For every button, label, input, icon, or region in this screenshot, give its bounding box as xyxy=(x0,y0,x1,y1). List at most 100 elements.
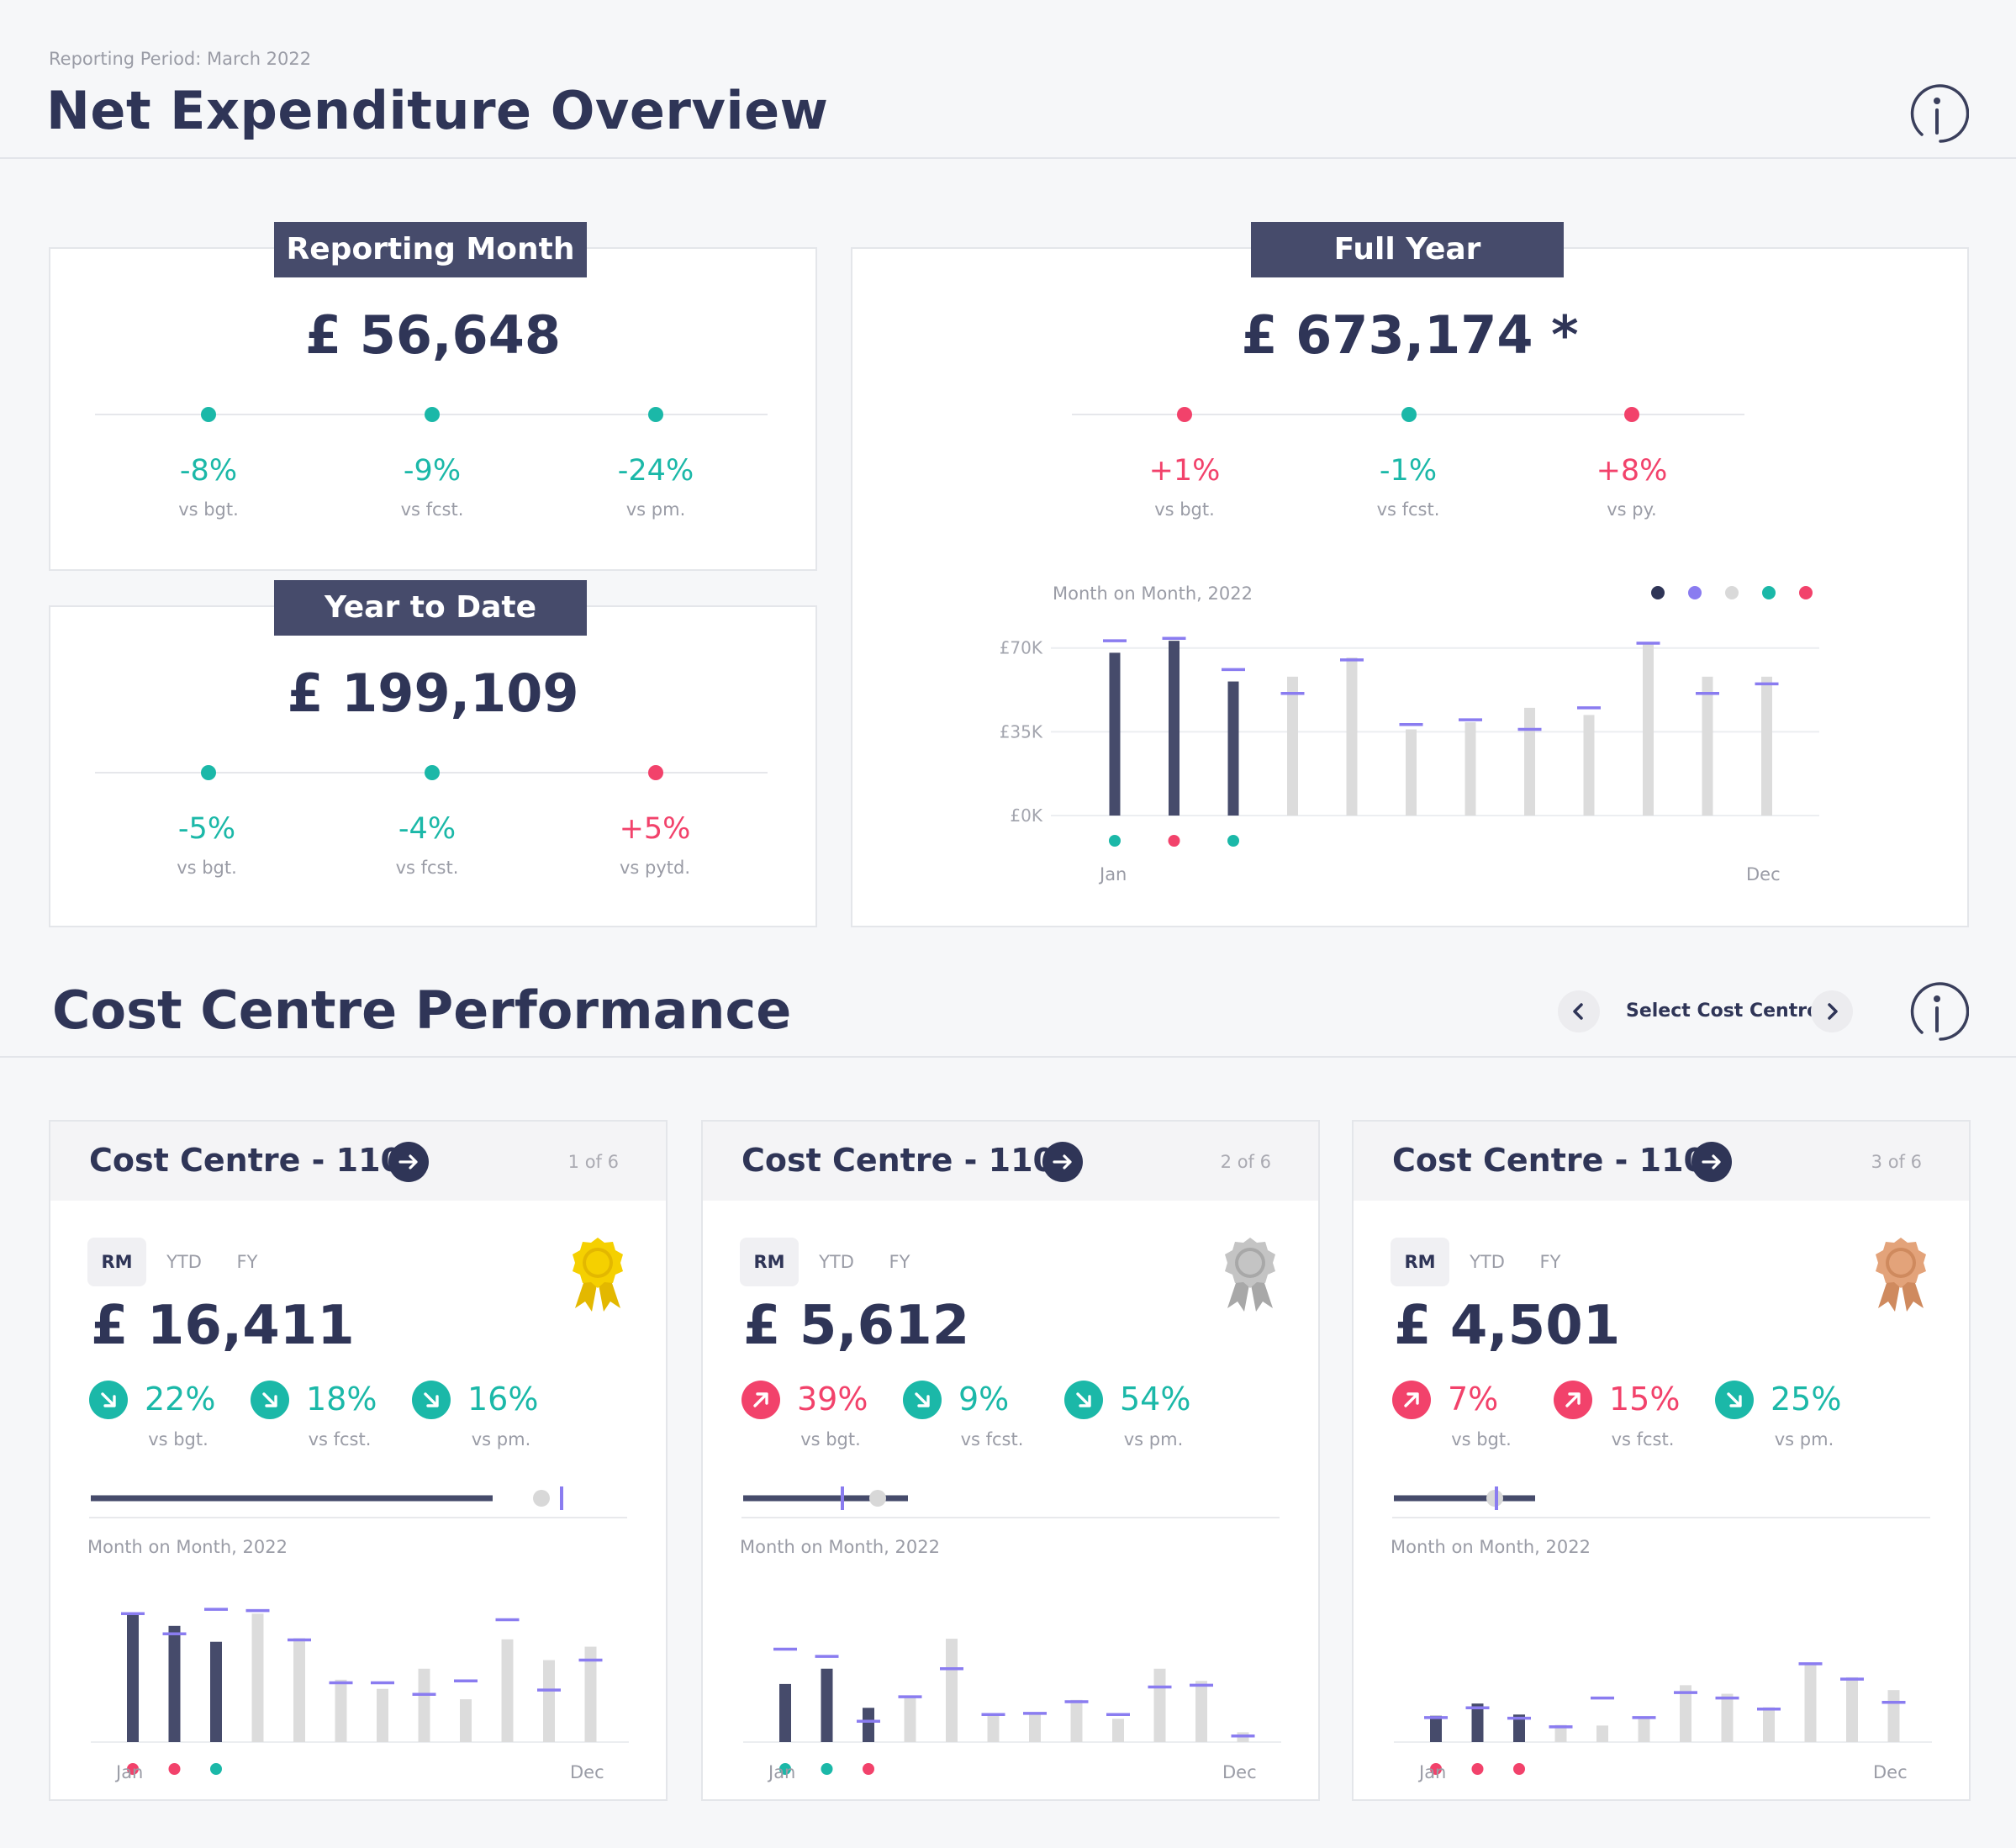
month-status-dot xyxy=(1513,1763,1525,1775)
tab-rm[interactable]: RM xyxy=(1391,1238,1449,1286)
kpi-status-dot xyxy=(425,407,440,422)
forecast-bar xyxy=(251,1613,264,1742)
tab-fy[interactable]: FY xyxy=(1525,1238,1575,1286)
forecast-bar xyxy=(1846,1676,1858,1742)
chart-caption: Month on Month, 2022 xyxy=(740,1537,940,1557)
cost-centre-chart xyxy=(1394,1662,1932,1775)
forecast-bar xyxy=(1763,1707,1775,1742)
info-icon[interactable] xyxy=(1907,980,1970,1043)
reporting-month-value: £ 56,648 xyxy=(305,304,561,366)
kpi-status-dot xyxy=(201,765,216,780)
actual-bar xyxy=(1227,681,1239,816)
cost-centre-title: Cost Centre - 1103 xyxy=(1392,1142,1728,1179)
arrow-down-right-icon xyxy=(89,1381,128,1419)
forecast-bar xyxy=(1524,707,1535,816)
card-divider xyxy=(1392,1517,1930,1518)
cc-kpi-label: vs bgt. xyxy=(148,1429,208,1449)
arrow-right-icon xyxy=(398,1154,418,1170)
kpi-status-dot xyxy=(648,765,663,780)
arrow-right-icon xyxy=(1053,1154,1072,1170)
open-cost-centre-button[interactable] xyxy=(388,1142,429,1182)
tab-fy[interactable]: FY xyxy=(874,1238,925,1286)
forecast-bar xyxy=(1583,715,1595,816)
cost-centre-card: Cost Centre - 1101 1 of 6 RM YTD FY £ 16,411 2… xyxy=(49,1120,668,1801)
kpi-vs-fcst: -9% xyxy=(403,454,462,488)
arrow-down-right-icon xyxy=(1064,1381,1103,1419)
y-tick-label: £0K xyxy=(1010,805,1042,826)
month-status-dot xyxy=(1168,835,1180,847)
tab-rm[interactable]: RM xyxy=(740,1238,799,1286)
cost-centre-value: £ 4,501 xyxy=(1394,1295,1621,1357)
x-axis-end: Dec xyxy=(1873,1762,1908,1782)
tab-ytd[interactable]: YTD xyxy=(1458,1238,1517,1286)
arrow-down-right-icon xyxy=(903,1381,942,1419)
forecast-bar xyxy=(460,1699,472,1742)
kpi-vs-fcst: -1% xyxy=(1379,454,1438,488)
forecast-bar xyxy=(1112,1719,1124,1742)
card-divider xyxy=(89,1517,627,1518)
legend-dot xyxy=(1799,586,1813,599)
forecast-bar xyxy=(543,1660,555,1742)
kpi-vs-pytd: +5% xyxy=(619,812,691,846)
tab-rm[interactable]: RM xyxy=(87,1238,146,1286)
cc-kpi-pct: 7% xyxy=(1448,1381,1499,1418)
cc-kpi-pct: 39% xyxy=(797,1381,868,1418)
kpi-vs-fcst: -4% xyxy=(398,812,457,846)
arrow-down-right-icon xyxy=(251,1381,289,1419)
kpi-status-dot xyxy=(648,407,663,422)
forecast-bar xyxy=(1643,643,1654,816)
tab-ytd[interactable]: YTD xyxy=(807,1238,866,1286)
kpi-vs-bgt: -5% xyxy=(177,812,236,846)
x-axis-start: Jan xyxy=(116,1762,144,1782)
chart-caption: Month on Month, 2022 xyxy=(1391,1537,1591,1557)
bullet-prior-marker xyxy=(533,1490,550,1507)
previous-cost-centre-button[interactable] xyxy=(1558,990,1600,1032)
header-divider xyxy=(0,157,2016,159)
kpi-vs-pm: -24% xyxy=(617,454,694,488)
forecast-bar xyxy=(987,1714,1000,1742)
arrow-up-right-icon xyxy=(1392,1381,1431,1419)
info-icon[interactable] xyxy=(1907,82,1970,145)
actual-bar xyxy=(210,1641,222,1742)
cc-kpi-pct: 9% xyxy=(958,1381,1010,1418)
forecast-bar xyxy=(1596,1725,1608,1742)
forecast-bar xyxy=(1638,1717,1650,1742)
cc-kpi-label: vs pm. xyxy=(1774,1429,1834,1449)
kpi-label: vs pm. xyxy=(625,499,686,520)
forecast-bar xyxy=(1070,1699,1083,1742)
forecast-bar xyxy=(377,1688,388,1742)
forecast-bar xyxy=(946,1639,958,1742)
chart-caption: Month on Month, 2022 xyxy=(87,1537,288,1557)
open-cost-centre-button[interactable] xyxy=(1691,1142,1732,1182)
month-status-dot xyxy=(1471,1763,1484,1775)
full-year-tab: Full Year xyxy=(1251,222,1564,277)
cc-kpi-label: vs fcst. xyxy=(308,1429,372,1449)
cc-kpi-pct: 16% xyxy=(467,1381,539,1418)
page-title: Net Expenditure Overview xyxy=(46,80,829,141)
cc-kpi-pct: 22% xyxy=(145,1381,216,1418)
forecast-bar xyxy=(293,1638,305,1742)
legend-dot xyxy=(1688,586,1702,599)
chevron-right-icon xyxy=(1828,1003,1838,1020)
forecast-bar xyxy=(418,1668,430,1742)
next-cost-centre-button[interactable] xyxy=(1811,990,1853,1032)
target-bullet xyxy=(91,1486,563,1510)
cc-kpi-label: vs pm. xyxy=(1123,1429,1184,1449)
gold-medal-icon xyxy=(567,1236,629,1318)
cost-centre-count: 1 of 6 xyxy=(567,1152,619,1172)
kpi-vs-py: +8% xyxy=(1596,454,1668,488)
kpi-label: vs fcst. xyxy=(395,858,459,878)
tab-ytd[interactable]: YTD xyxy=(155,1238,214,1286)
silver-medal-icon xyxy=(1219,1236,1281,1318)
forecast-bar xyxy=(1287,676,1298,816)
forecast-bar xyxy=(1465,721,1476,816)
full-year-chart: £0K £35K £70K xyxy=(1000,586,1819,847)
arrow-right-icon xyxy=(1702,1154,1721,1170)
kpi-label: vs py. xyxy=(1607,499,1657,520)
cost-centre-chart xyxy=(91,1608,629,1775)
actual-bar xyxy=(1471,1703,1484,1742)
legend-dot xyxy=(1651,586,1665,599)
tab-fy[interactable]: FY xyxy=(222,1238,272,1286)
month-status-dot xyxy=(168,1763,181,1775)
open-cost-centre-button[interactable] xyxy=(1042,1142,1083,1182)
